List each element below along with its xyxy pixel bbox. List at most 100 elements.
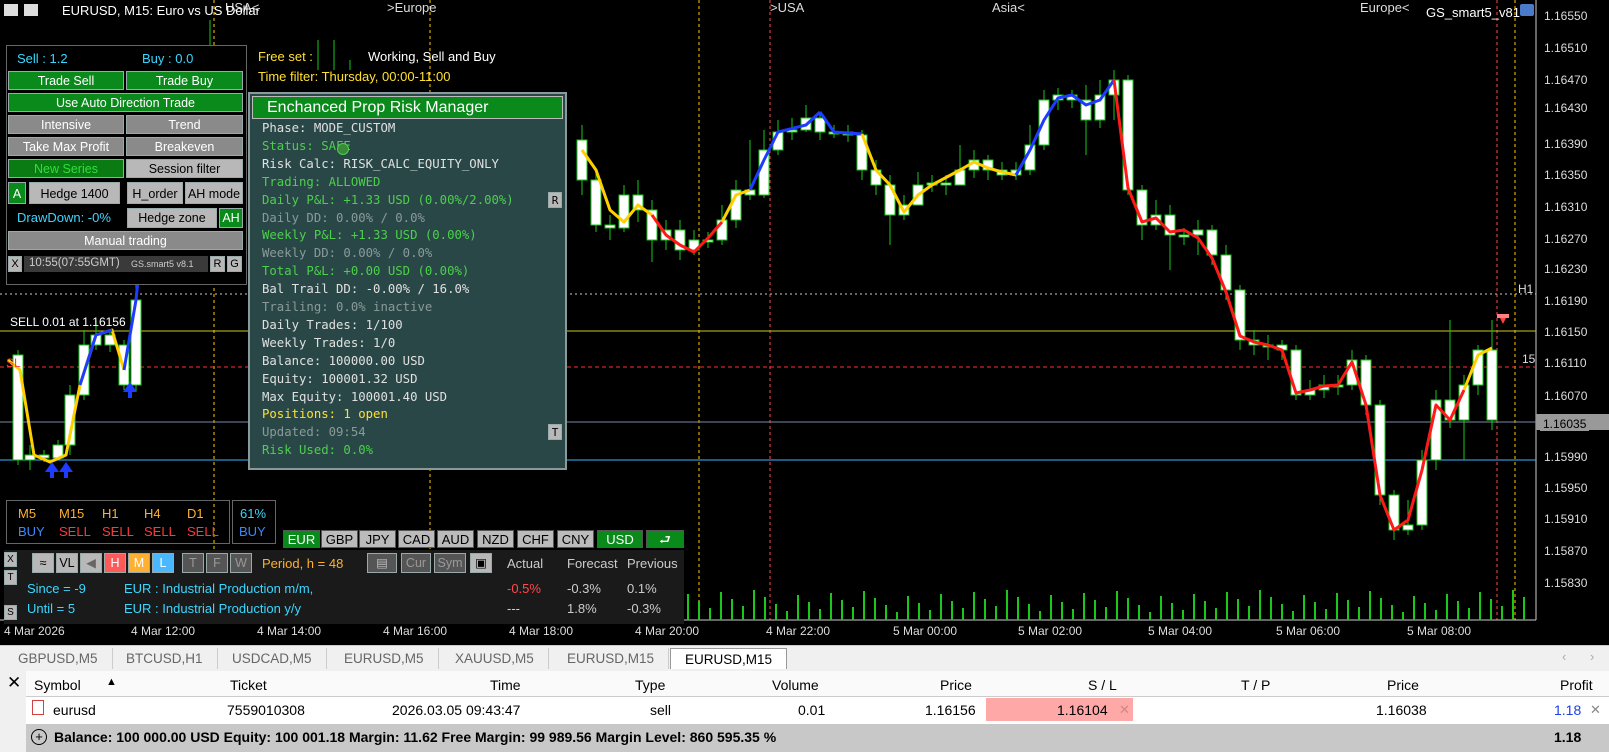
- price-chart[interactable]: USA< >Europe >USA Asia< Europe< EURUSD, …: [0, 0, 1609, 645]
- candle-body: [814, 117, 826, 133]
- currency-filter-button[interactable]: CAD: [398, 530, 435, 548]
- ea-hat-icon[interactable]: [1520, 4, 1534, 16]
- ah-mode-button[interactable]: AH mode: [185, 182, 243, 204]
- panel-r-button[interactable]: R: [210, 256, 225, 272]
- col-type[interactable]: Type: [635, 677, 665, 693]
- status-dot-icon: [337, 143, 349, 155]
- session-filter-button[interactable]: Session filter: [126, 159, 243, 178]
- trade-buy-button[interactable]: Trade Buy: [126, 71, 243, 90]
- risk-line: Updated: 09:54: [262, 425, 366, 440]
- chart-tab[interactable]: BTCUSD,H1: [112, 648, 218, 669]
- terminal-close-icon[interactable]: ✕: [7, 673, 21, 693]
- take-max-profit-button[interactable]: Take Max Profit: [8, 137, 124, 156]
- chart-tab[interactable]: EURUSD,M5: [330, 648, 439, 669]
- new-series-button[interactable]: New Series: [8, 159, 124, 178]
- col-profit[interactable]: Profit: [1560, 677, 1593, 693]
- news-high-button[interactable]: H: [104, 553, 126, 573]
- sound-icon[interactable]: ◀: [80, 553, 102, 573]
- chart-tab-active[interactable]: EURUSD,M15: [670, 648, 788, 669]
- candle-body: [1402, 524, 1414, 531]
- wave-icon[interactable]: ≈: [32, 553, 54, 573]
- currency-filter-button[interactable]: AUD: [437, 530, 474, 548]
- hedge-button[interactable]: Hedge 1400: [29, 182, 120, 204]
- ah-button[interactable]: AH: [219, 208, 243, 228]
- chart-indicator-icon[interactable]: [24, 4, 38, 16]
- time-axis-label: 5 Mar 02:00: [1018, 624, 1083, 638]
- currency-filter-button[interactable]: EUR: [283, 530, 320, 548]
- risk-line: Bal Trail DD: -0.00% / 16.0%: [262, 282, 470, 297]
- price-scale-label: 1.15910: [1544, 512, 1588, 526]
- close-position-icon[interactable]: ✕: [1590, 702, 1601, 718]
- screen-icon[interactable]: ▣: [470, 553, 492, 573]
- overall-direction: BUY: [239, 524, 266, 539]
- trend-button[interactable]: Trend: [126, 115, 243, 134]
- news-col-actual: Actual: [507, 556, 544, 571]
- currency-filter-button[interactable]: USD: [597, 530, 643, 548]
- price-scale-label: 1.16350: [1544, 168, 1588, 182]
- h-order-button[interactable]: H_order: [127, 182, 183, 204]
- sl-remove-icon[interactable]: ✕: [1119, 702, 1130, 718]
- chart-tab[interactable]: USDCAD,M5: [218, 648, 327, 669]
- news-t-button[interactable]: T: [4, 570, 17, 585]
- col-time[interactable]: Time: [490, 677, 521, 693]
- risk-r-button[interactable]: R: [548, 192, 562, 208]
- auto-direction-button[interactable]: Use Auto Direction Trade: [8, 93, 243, 112]
- news-t-filter-button[interactable]: T: [182, 553, 204, 573]
- col-symbol[interactable]: Symbol: [34, 677, 81, 693]
- enter-icon[interactable]: ⮐: [646, 530, 684, 548]
- news-cur-button[interactable]: Cur: [401, 553, 431, 573]
- currency-filter-button[interactable]: CNY: [557, 530, 594, 548]
- breakeven-button[interactable]: Breakeven: [126, 137, 243, 156]
- intensive-button[interactable]: Intensive: [8, 115, 124, 134]
- row-sl[interactable]: 1.16104: [1057, 702, 1108, 718]
- price-scale-label: 1.16510: [1544, 41, 1588, 55]
- col-volume[interactable]: Volume: [772, 677, 819, 693]
- risk-line: Equity: 100001.32 USD: [262, 371, 418, 386]
- tab-scroll-right-icon[interactable]: ›: [1590, 649, 1594, 664]
- calendar-icon[interactable]: ▤: [367, 553, 397, 573]
- row-ticket: 7559010308: [227, 702, 305, 718]
- tab-scroll-left-icon[interactable]: ‹: [1562, 649, 1566, 664]
- candle-body: [1122, 79, 1134, 191]
- news-low-button[interactable]: L: [152, 553, 174, 573]
- chart-tab[interactable]: EURUSD,M15: [553, 648, 670, 669]
- news-sym-button[interactable]: Sym: [434, 553, 466, 573]
- timeframe-label: H4: [144, 506, 161, 521]
- moving-average-line: [818, 111, 863, 136]
- col-ticket[interactable]: Ticket: [230, 677, 267, 693]
- news-w-filter-button[interactable]: W: [230, 553, 252, 573]
- time-axis-label: 4 Mar 22:00: [766, 624, 831, 638]
- timeframe-direction: SELL: [102, 524, 134, 539]
- plus-circle-icon[interactable]: +: [31, 729, 47, 745]
- col-tp[interactable]: T / P: [1241, 677, 1270, 693]
- news-medium-button[interactable]: M: [128, 553, 150, 573]
- manual-trading-button[interactable]: Manual trading: [8, 231, 243, 250]
- news-s-button[interactable]: S: [4, 605, 17, 620]
- col-current-price[interactable]: Price: [1387, 677, 1419, 693]
- chart-tab[interactable]: XAUUSD,M5: [441, 648, 549, 669]
- news-actual: ---: [507, 601, 520, 616]
- news-close-button[interactable]: X: [4, 552, 17, 567]
- col-sl[interactable]: S / L: [1088, 677, 1117, 693]
- chart-menu-icon[interactable]: [4, 4, 18, 16]
- overall-percent: 61%: [240, 506, 267, 521]
- chart-tab[interactable]: GBPUSD,M5: [4, 648, 113, 669]
- trade-sell-button[interactable]: Trade Sell: [8, 71, 124, 90]
- price-scale-label: 1.16310: [1544, 200, 1588, 214]
- row-symbol[interactable]: eurusd: [53, 702, 96, 718]
- currency-filter-button[interactable]: JPY: [359, 530, 396, 548]
- candle-body: [1192, 229, 1204, 236]
- currency-filter-button[interactable]: GBP: [321, 530, 358, 548]
- news-f-filter-button[interactable]: F: [206, 553, 228, 573]
- risk-t-button[interactable]: T: [548, 424, 562, 440]
- panel-g-button[interactable]: G: [227, 256, 242, 272]
- currency-filter-button[interactable]: CHF: [517, 530, 554, 548]
- close-panel-button[interactable]: X: [8, 256, 22, 272]
- panel-clock: 10:55(07:55GMT): [29, 257, 120, 269]
- currency-filter-button[interactable]: NZD: [477, 530, 514, 548]
- col-price[interactable]: Price: [940, 677, 972, 693]
- news-vl-button[interactable]: VL: [56, 553, 78, 573]
- auto-a-button[interactable]: A: [8, 182, 26, 204]
- buy-arrow-icon: [59, 462, 73, 478]
- hedge-zone-button[interactable]: Hedge zone: [127, 208, 217, 228]
